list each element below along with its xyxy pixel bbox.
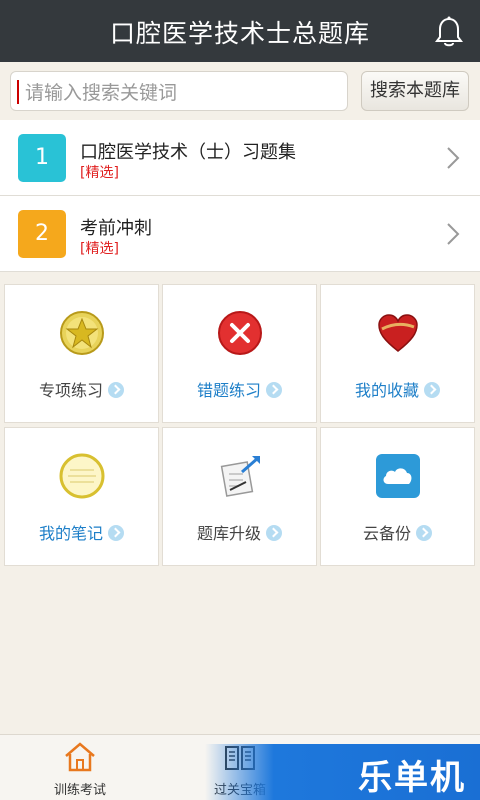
- grid-item-label: 题库升级: [163, 520, 316, 544]
- arrow-icon: [108, 525, 124, 541]
- arrow-icon: [266, 525, 282, 541]
- nav-item-training-exam[interactable]: 训练考试: [0, 735, 160, 800]
- arrow-icon: [108, 382, 124, 398]
- grid-item-cloud-backup[interactable]: 云备份: [320, 427, 475, 566]
- grid-item-special-practice[interactable]: 专项练习: [4, 284, 159, 423]
- chevron-right-icon: [447, 147, 460, 169]
- grid-item-label: 云备份: [321, 520, 474, 544]
- question-set-list: 1 口腔医学技术（士）习题集 [精选] 2 考前冲刺 [精选]: [0, 120, 480, 272]
- search-placeholder: 请输入搜索关键词: [25, 82, 178, 104]
- item-tag: [精选]: [80, 241, 119, 257]
- search-input[interactable]: 请输入搜索关键词: [10, 71, 348, 111]
- cloud-icon: [375, 454, 420, 498]
- page-title: 口腔医学技术士总题库: [109, 19, 370, 48]
- grid-item-upgrade[interactable]: 题库升级: [162, 427, 317, 566]
- grid-item-favorites[interactable]: 我的收藏: [320, 284, 475, 423]
- home-icon: [65, 742, 95, 772]
- item-tag: [精选]: [80, 165, 119, 181]
- list-item[interactable]: 2 考前冲刺 [精选]: [0, 196, 480, 272]
- arrow-icon: [424, 382, 440, 398]
- grid-item-notes[interactable]: 我的笔记: [4, 427, 159, 566]
- grid-item-label: 我的笔记: [5, 520, 158, 544]
- nav-label: 训练考试: [53, 783, 106, 798]
- grid-item-label: 专项练习: [5, 377, 158, 401]
- item-title: 口腔医学技术（士）习题集: [80, 142, 296, 163]
- star-medal-icon: [59, 311, 104, 355]
- search-button[interactable]: 搜索本题库: [361, 71, 469, 111]
- grid-item-label: 我的收藏: [321, 377, 474, 401]
- chevron-right-icon: [447, 223, 460, 245]
- item-number-badge: 1: [18, 134, 66, 182]
- bell-icon[interactable]: [432, 15, 466, 49]
- list-item[interactable]: 1 口腔医学技术（士）习题集 [精选]: [0, 120, 480, 196]
- grid-item-label: 错题练习: [163, 377, 316, 401]
- app-header: 口腔医学技术士总题库: [0, 0, 480, 62]
- item-number-badge: 2: [18, 210, 66, 258]
- upgrade-document-icon: [220, 456, 260, 497]
- watermark-text: 乐单机: [358, 758, 466, 798]
- arrow-icon: [266, 382, 282, 398]
- watermark: 乐单机: [205, 744, 480, 800]
- arrow-icon: [416, 525, 432, 541]
- grid-item-wrong-practice[interactable]: 错题练习: [162, 284, 317, 423]
- item-title: 考前冲刺: [80, 218, 152, 239]
- notepad-icon: [59, 453, 104, 499]
- search-bar: 请输入搜索关键词 搜索本题库: [0, 62, 480, 120]
- red-x-icon: [217, 311, 262, 355]
- heart-icon: [377, 314, 418, 352]
